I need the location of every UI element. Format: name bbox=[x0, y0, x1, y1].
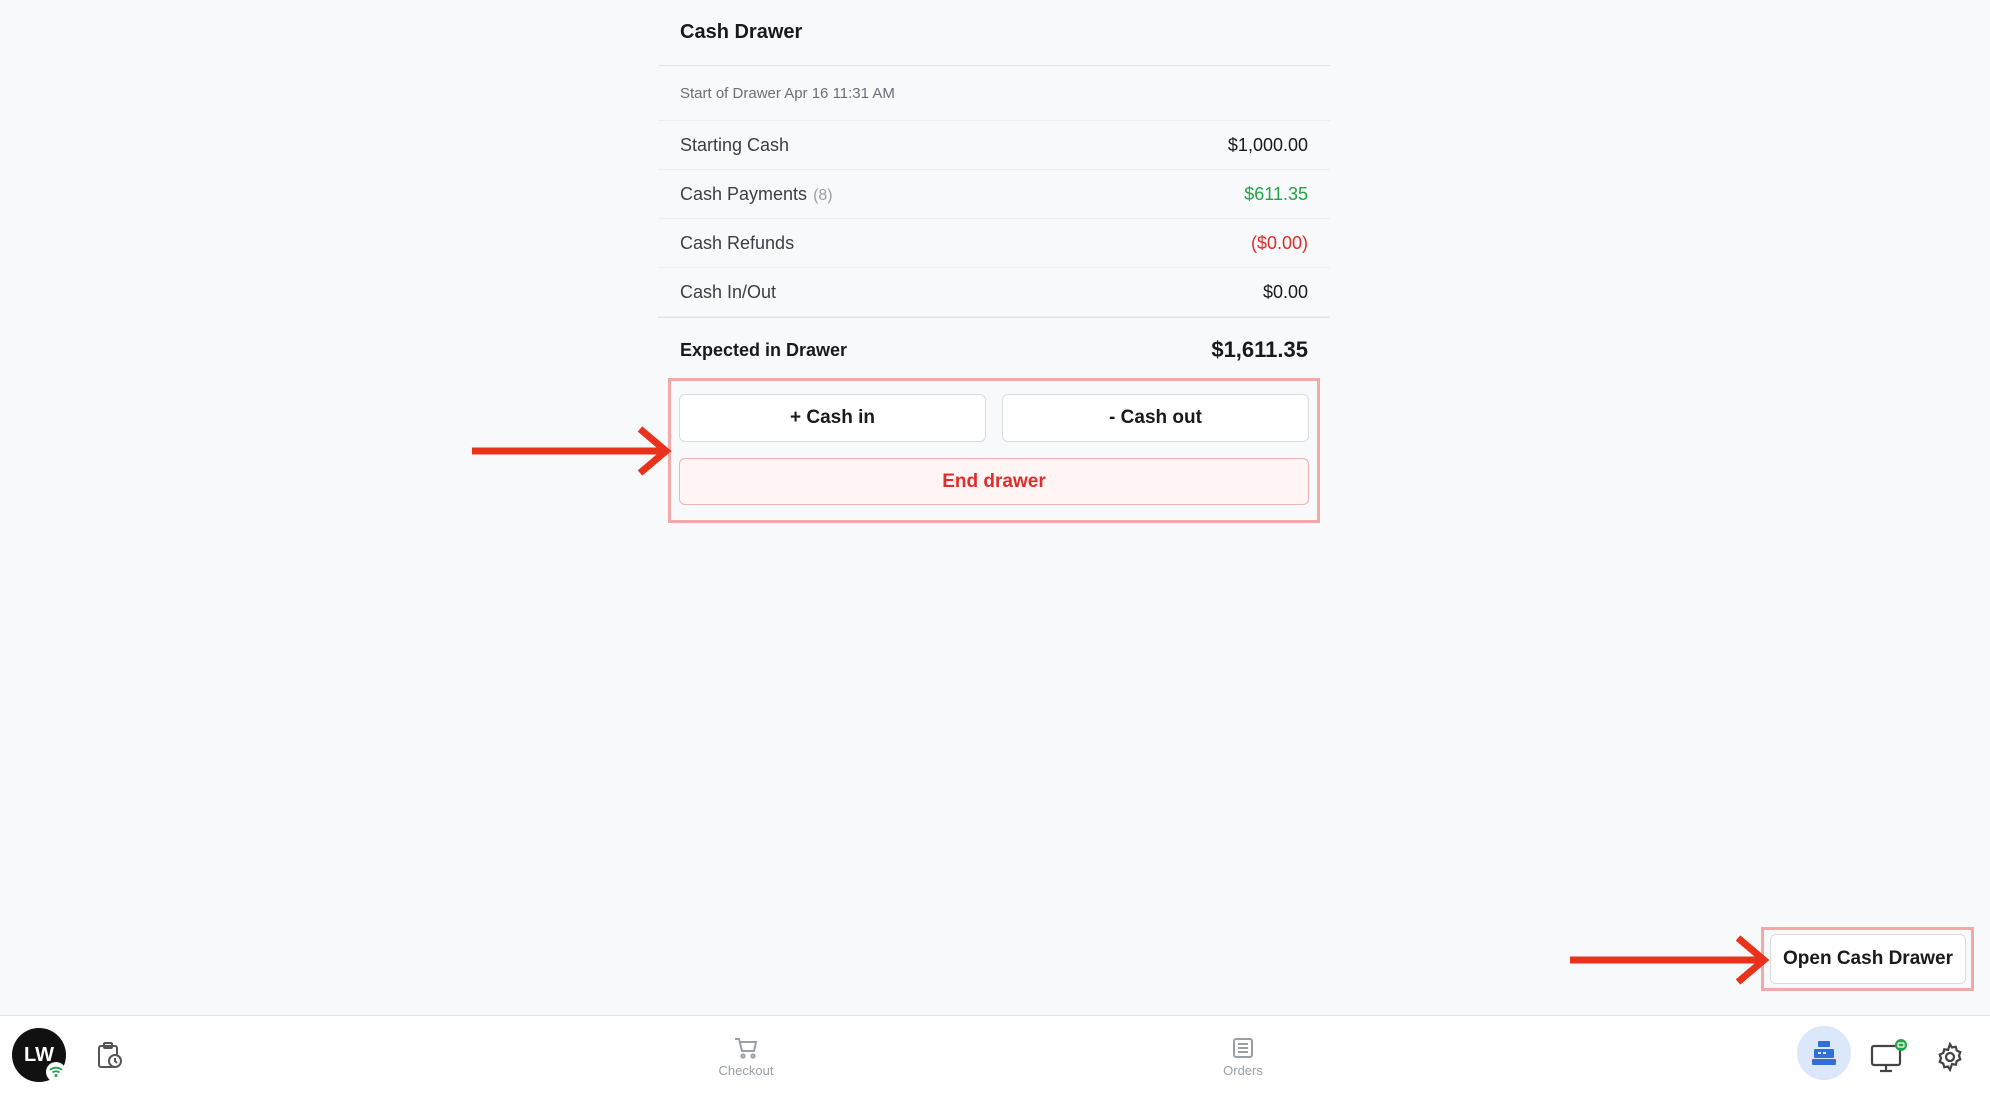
customer-display-button[interactable] bbox=[1866, 1034, 1912, 1078]
tab-label: Orders bbox=[1223, 1062, 1263, 1078]
cash-register-icon bbox=[1812, 1041, 1836, 1065]
cash-in-out-row: Cash In/Out $0.00 bbox=[658, 268, 1330, 317]
row-value: $1,000.00 bbox=[1227, 134, 1308, 155]
row-value: $0.00 bbox=[1262, 281, 1308, 302]
row-label: Starting Cash bbox=[680, 134, 790, 155]
drawer-start-time: Start of Drawer Apr 16 11:31 AM bbox=[658, 66, 1330, 121]
cash-register-button[interactable] bbox=[1797, 1026, 1851, 1080]
tab-label: Checkout bbox=[718, 1062, 774, 1078]
cash-drawer-screen: Cash Drawer Start of Drawer Apr 16 11:31… bbox=[0, 0, 1990, 1098]
row-label: Cash In/Out bbox=[680, 281, 777, 302]
expected-in-drawer-row: Expected in Drawer $1,611.35 bbox=[658, 317, 1330, 382]
cart-icon bbox=[735, 1037, 758, 1059]
row-label: Expected in Drawer bbox=[680, 339, 848, 360]
gear-icon bbox=[1938, 1042, 1962, 1072]
wifi-icon bbox=[46, 1062, 66, 1082]
row-value: $1,611.35 bbox=[1211, 337, 1308, 362]
bottom-nav-bar: LW Checkout Orders bbox=[0, 1015, 1990, 1098]
cash-in-button[interactable]: + Cash in bbox=[679, 394, 986, 442]
clock-clipboard-icon[interactable] bbox=[90, 1036, 130, 1076]
payment-count: (8) bbox=[813, 186, 833, 204]
row-label: Cash Payments bbox=[680, 183, 808, 204]
starting-cash-row: Starting Cash $1,000.00 bbox=[658, 121, 1330, 170]
orders-list-icon bbox=[1233, 1037, 1253, 1058]
settings-button[interactable] bbox=[1929, 1036, 1971, 1078]
tab-checkout[interactable]: Checkout bbox=[686, 1024, 806, 1090]
cash-refunds-row: Cash Refunds ($0.00) bbox=[658, 219, 1330, 268]
row-value: $611.35 bbox=[1244, 183, 1308, 204]
cash-drawer-panel: Cash Drawer Start of Drawer Apr 16 11:31… bbox=[658, 0, 1330, 382]
annotation-arrow-icon bbox=[1570, 935, 1770, 985]
monitor-icon bbox=[1870, 1039, 1907, 1073]
row-label: Cash Refunds bbox=[680, 232, 795, 253]
tab-orders[interactable]: Orders bbox=[1183, 1024, 1303, 1090]
cash-payments-row: Cash Payments (8) $611.35 bbox=[658, 170, 1330, 219]
row-label-group: Cash Payments (8) bbox=[680, 184, 833, 205]
annotation-arrow-icon bbox=[472, 426, 672, 476]
open-cash-drawer-button[interactable]: Open Cash Drawer bbox=[1770, 934, 1966, 984]
end-drawer-button[interactable]: End drawer bbox=[679, 458, 1309, 505]
cash-out-button[interactable]: - Cash out bbox=[1002, 394, 1309, 442]
page-title: Cash Drawer bbox=[658, 0, 1330, 66]
row-value: ($0.00) bbox=[1250, 232, 1308, 253]
